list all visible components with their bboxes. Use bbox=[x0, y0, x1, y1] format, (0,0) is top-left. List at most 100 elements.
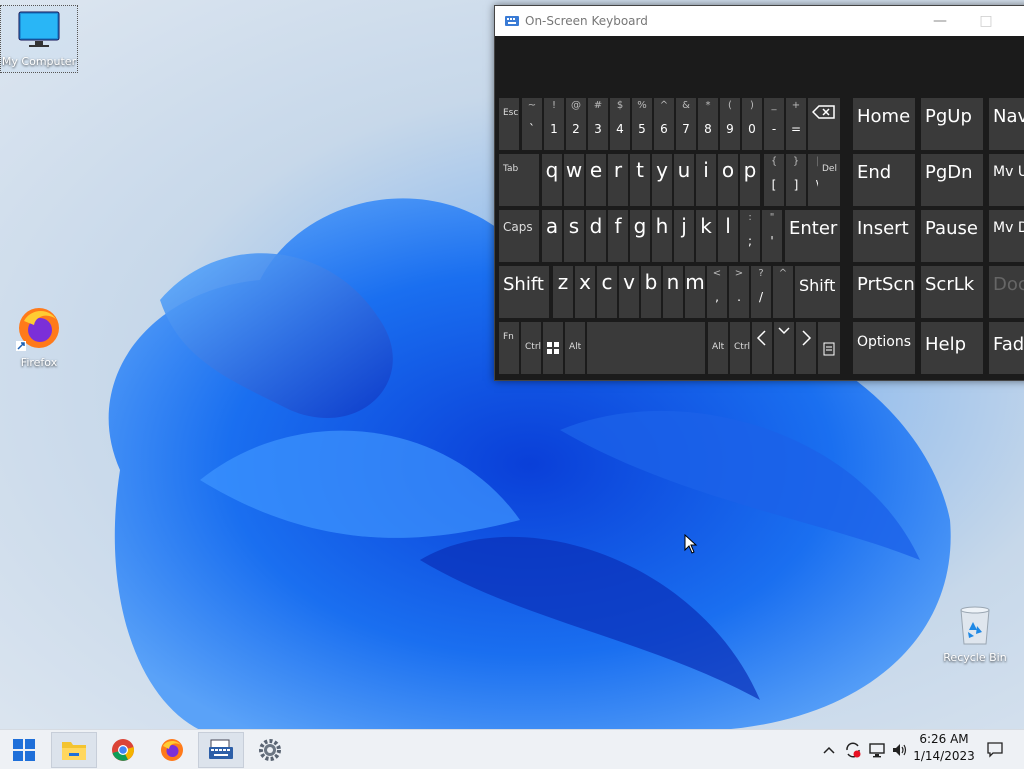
key-g[interactable]: g bbox=[630, 210, 650, 262]
key-u[interactable]: u bbox=[674, 154, 694, 206]
key--[interactable]: _ - bbox=[764, 98, 784, 150]
on-screen-keyboard-window[interactable]: On-Screen Keyboard — □ Esc ~ `! 1 @2 #3 $4% 5 ^ 6… bbox=[494, 5, 1024, 381]
key-z[interactable]: z bbox=[553, 266, 573, 318]
key-windows[interactable] bbox=[543, 322, 563, 374]
key-mvdn[interactable]: Mv D bbox=[989, 210, 1024, 262]
key-mvup[interactable]: Mv U bbox=[989, 154, 1024, 206]
key-1[interactable]: ! 1 bbox=[544, 98, 564, 150]
key-4[interactable]: $4 bbox=[610, 98, 630, 150]
key-arrow-right[interactable] bbox=[796, 322, 816, 374]
tray-sync[interactable] bbox=[842, 730, 864, 769]
tray-network[interactable] bbox=[866, 730, 888, 769]
key-menu[interactable] bbox=[818, 322, 840, 374]
key-j[interactable]: j bbox=[674, 210, 694, 262]
start-button[interactable] bbox=[2, 733, 46, 767]
key-fn[interactable]: Fn bbox=[499, 322, 519, 374]
key-pgdn[interactable]: PgDn bbox=[921, 154, 983, 206]
desktop-icon-my-computer[interactable]: My Computer bbox=[0, 5, 78, 73]
key-tab[interactable]: Tab bbox=[499, 154, 539, 206]
taskbar-settings[interactable] bbox=[248, 733, 292, 767]
key-sym4-1[interactable]: >. bbox=[729, 266, 749, 318]
key-sym4-2[interactable]: ? / bbox=[751, 266, 771, 318]
key-arrow-up[interactable]: ^ bbox=[773, 266, 793, 318]
key-w[interactable]: w bbox=[564, 154, 584, 206]
key-a[interactable]: a bbox=[542, 210, 562, 262]
key-end[interactable]: End bbox=[853, 154, 915, 206]
key-home[interactable]: Home bbox=[853, 98, 915, 150]
key-`[interactable]: ~ ` bbox=[522, 98, 542, 150]
key-d[interactable]: d bbox=[586, 210, 606, 262]
show-hidden-icons-button[interactable] bbox=[818, 730, 840, 769]
key-space[interactable] bbox=[587, 322, 705, 374]
notifications-button[interactable] bbox=[984, 730, 1006, 769]
key-3[interactable]: #3 bbox=[588, 98, 608, 150]
key-q[interactable]: q bbox=[542, 154, 562, 206]
key-esc[interactable]: Esc bbox=[499, 98, 519, 150]
key-help[interactable]: Help bbox=[921, 322, 983, 374]
key-sym3-0[interactable]: :; bbox=[740, 210, 760, 262]
key-0[interactable]: ) 0 bbox=[742, 98, 762, 150]
key-6[interactable]: ^ 6 bbox=[654, 98, 674, 150]
minimize-button[interactable]: — bbox=[917, 6, 963, 36]
key-fade[interactable]: Fad bbox=[989, 322, 1024, 374]
osk-titlebar[interactable]: On-Screen Keyboard — □ bbox=[495, 6, 1024, 36]
key-pgup[interactable]: PgUp bbox=[921, 98, 983, 150]
key-alt-left[interactable]: Alt bbox=[565, 322, 585, 374]
maximize-button[interactable]: □ bbox=[963, 6, 1009, 36]
key-s[interactable]: s bbox=[564, 210, 584, 262]
key-b[interactable]: b bbox=[641, 266, 661, 318]
key-pause[interactable]: Pause bbox=[921, 210, 983, 262]
key-arrow-down[interactable] bbox=[774, 322, 794, 374]
taskbar-firefox[interactable] bbox=[150, 733, 194, 767]
key-n[interactable]: n bbox=[663, 266, 683, 318]
key-enter[interactable]: Enter bbox=[785, 210, 840, 262]
key-insert[interactable]: Insert bbox=[853, 210, 915, 262]
key-prtscn[interactable]: PrtScn bbox=[853, 266, 915, 318]
key-e[interactable]: e bbox=[586, 154, 606, 206]
key-o[interactable]: o bbox=[718, 154, 738, 206]
key-r[interactable]: r bbox=[608, 154, 628, 206]
key-m[interactable]: m bbox=[685, 266, 705, 318]
key-del[interactable]: Del bbox=[818, 154, 840, 206]
key-k[interactable]: k bbox=[696, 210, 716, 262]
key-5[interactable]: % 5 bbox=[632, 98, 652, 150]
key-dock[interactable]: Doc bbox=[989, 266, 1024, 318]
key-ctrl-right[interactable]: Ctrl bbox=[730, 322, 750, 374]
key-ctrl-left[interactable]: Ctrl bbox=[521, 322, 541, 374]
taskbar-on-screen-keyboard[interactable] bbox=[198, 732, 244, 768]
key-7[interactable]: & 7 bbox=[676, 98, 696, 150]
key-sym-0[interactable]: {[ bbox=[764, 154, 784, 206]
taskbar-chrome[interactable] bbox=[101, 733, 145, 767]
key-nav[interactable]: Nav bbox=[989, 98, 1024, 150]
notification-icon bbox=[987, 741, 1003, 758]
desktop-icon-firefox[interactable]: Firefox bbox=[1, 305, 77, 369]
key-i[interactable]: i bbox=[696, 154, 716, 206]
key-sym4-0[interactable]: <, bbox=[707, 266, 727, 318]
key-p[interactable]: p bbox=[740, 154, 760, 206]
key-sym3-1[interactable]: " ' bbox=[762, 210, 782, 262]
key-shift-left[interactable]: Shift bbox=[499, 266, 549, 318]
taskbar-clock[interactable]: 6:26 AM 1/14/2023 bbox=[904, 731, 984, 765]
key-caps[interactable]: Caps bbox=[499, 210, 539, 262]
key-9[interactable]: (9 bbox=[720, 98, 740, 150]
key-v[interactable]: v bbox=[619, 266, 639, 318]
key-=[interactable]: + = bbox=[786, 98, 806, 150]
key-t[interactable]: t bbox=[630, 154, 650, 206]
key-l[interactable]: l bbox=[718, 210, 738, 262]
taskbar-file-explorer[interactable] bbox=[51, 732, 97, 768]
key-c[interactable]: c bbox=[597, 266, 617, 318]
key-alt-right[interactable]: Alt bbox=[708, 322, 728, 374]
key-x[interactable]: x bbox=[575, 266, 595, 318]
key-h[interactable]: h bbox=[652, 210, 672, 262]
key-f[interactable]: f bbox=[608, 210, 628, 262]
key-2[interactable]: @2 bbox=[566, 98, 586, 150]
key-shift-right[interactable]: Shift bbox=[795, 266, 840, 318]
key-arrow-left[interactable] bbox=[752, 322, 772, 374]
key-8[interactable]: * 8 bbox=[698, 98, 718, 150]
key-options[interactable]: Options bbox=[853, 322, 915, 374]
key-y[interactable]: y bbox=[652, 154, 672, 206]
key-scrlk[interactable]: ScrLk bbox=[921, 266, 983, 318]
key-backspace[interactable] bbox=[808, 98, 840, 150]
key-sym-1[interactable]: }] bbox=[786, 154, 806, 206]
desktop-icon-recycle-bin[interactable]: Recycle Bin bbox=[937, 604, 1013, 664]
